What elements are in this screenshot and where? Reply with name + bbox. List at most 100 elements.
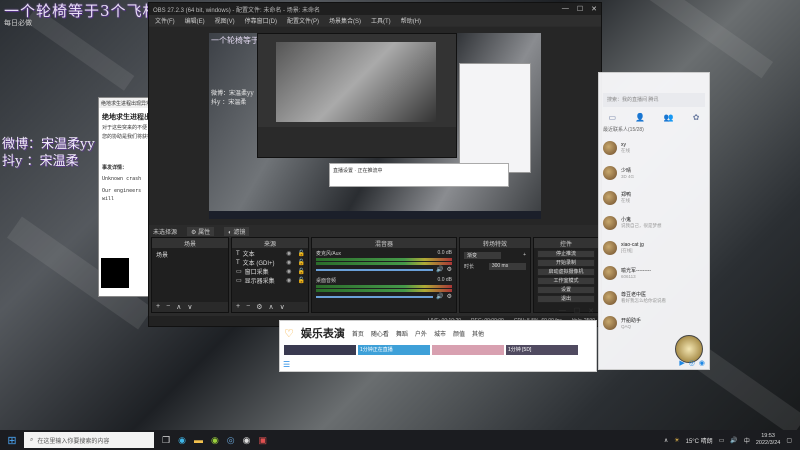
exit-button[interactable]: 退出 xyxy=(537,295,595,303)
taskbar-search[interactable]: ⌕ 在这里输入你要搜索的内容 xyxy=(24,432,154,448)
settings-button[interactable]: 设置 xyxy=(537,286,595,294)
duration-input[interactable]: 300 ms xyxy=(488,263,526,270)
add-icon[interactable]: + xyxy=(523,252,526,259)
menu-icon[interactable]: ☰ xyxy=(283,360,290,369)
game-icon[interactable]: ◉ xyxy=(211,435,219,446)
close-icon[interactable]: ✕ xyxy=(588,307,594,315)
contact-group-title[interactable]: 最近联系人(15/28) xyxy=(599,124,709,135)
windows-start-icon[interactable]: ⊞ xyxy=(0,434,24,447)
chat-icon[interactable]: ▭ xyxy=(608,113,616,122)
clock[interactable]: 19:53 2022/3/24 xyxy=(756,433,780,447)
obs-window[interactable]: OBS 27.2.3 (64 bit, windows) - 配置文件: 未命名… xyxy=(148,2,602,327)
app-icon[interactable]: ▣ xyxy=(259,435,268,446)
stream-thumbnail[interactable]: 1分钟 [5D] xyxy=(506,345,578,355)
stream-preview[interactable]: 一个轮椅等于3个飞机 微博：宋温柔yy 抖y ：宋温柔 直播设置 · 正在推流中 xyxy=(209,33,541,219)
space-icon[interactable]: ✿ xyxy=(693,113,700,122)
network-icon[interactable]: ▭ xyxy=(719,437,725,444)
nav-city[interactable]: 城市 xyxy=(434,329,446,338)
volume-slider[interactable] xyxy=(316,268,434,271)
remove-icon[interactable]: − xyxy=(166,303,170,311)
stop-streaming-button[interactable]: 停止推流 xyxy=(537,250,595,258)
maximize-icon[interactable]: ☐ xyxy=(577,5,583,13)
contact-item[interactable]: 开船助手 QAQ xyxy=(599,310,709,335)
contacts-icon[interactable]: 👤 xyxy=(635,113,645,122)
nav-outdoor[interactable]: 户外 xyxy=(415,329,427,338)
start-recording-button[interactable]: 开始录制 xyxy=(537,259,595,267)
settings-icon[interactable]: ◎ xyxy=(689,359,695,367)
add-icon[interactable]: + xyxy=(236,303,240,311)
minimize-icon[interactable]: — xyxy=(562,5,569,13)
contact-item[interactable]: 少晴 3D 4G xyxy=(599,160,709,185)
obs-icon[interactable]: ◉ xyxy=(243,435,251,446)
nav-other[interactable]: 其他 xyxy=(472,329,484,338)
properties-button[interactable]: ⚙ 属性 xyxy=(187,226,215,236)
speaker-icon[interactable]: 🔊 xyxy=(436,293,443,300)
source-item[interactable]: T 文本 (GDI+) ◉ 🔓 xyxy=(232,258,308,268)
nav-looks[interactable]: 颜值 xyxy=(453,329,465,338)
nav-home[interactable]: 首页 xyxy=(352,329,364,338)
steam-icon[interactable]: ◎ xyxy=(227,435,235,446)
qq-search-input[interactable]: 搜索：我的直播间 腾讯 xyxy=(603,93,705,107)
minimize-icon[interactable]: — xyxy=(559,307,566,315)
lock-icon[interactable]: 🔓 xyxy=(298,277,305,284)
group-icon[interactable]: 👥 xyxy=(664,113,674,122)
obs-titlebar[interactable]: OBS 27.2.3 (64 bit, windows) - 配置文件: 未命名… xyxy=(149,3,601,15)
contact-item[interactable]: xiao-cat jg [在线] xyxy=(599,235,709,260)
gear-icon[interactable]: ⚙ xyxy=(447,266,452,273)
eye-icon[interactable]: ◉ xyxy=(286,277,291,284)
menu-docks[interactable]: 停靠窗口(D) xyxy=(245,16,277,25)
notification-icon[interactable]: ▢ xyxy=(786,437,792,444)
virtual-camera-button[interactable]: 启动虚拟摄像机 xyxy=(537,268,595,276)
lock-icon[interactable]: 🔓 xyxy=(298,268,305,275)
speaker-icon[interactable]: 🔊 xyxy=(436,266,443,273)
video-icon[interactable]: ▶ xyxy=(679,359,684,367)
contact-item[interactable]: 喻光军--------- 606113 xyxy=(599,260,709,285)
menu-scene-collection[interactable]: 场景集合(S) xyxy=(329,16,361,25)
edge-icon[interactable]: ◉ xyxy=(178,435,186,446)
volume-slider[interactable] xyxy=(316,295,434,298)
contact-item[interactable]: 尊豆老中医 看好我怎么给你说说看 xyxy=(599,285,709,310)
eye-icon[interactable]: ◉ xyxy=(286,268,291,275)
lock-icon[interactable]: 🔓 xyxy=(298,259,305,266)
eye-icon[interactable]: ◉ xyxy=(286,250,291,257)
move-up-icon[interactable]: ∧ xyxy=(268,303,273,311)
add-icon[interactable]: + xyxy=(156,303,160,311)
maximize-icon[interactable]: ☐ xyxy=(574,307,580,315)
menu-view[interactable]: 视图(V) xyxy=(215,16,235,25)
volume-icon[interactable]: 🔊 xyxy=(730,437,737,444)
transition-select[interactable]: 渐变 xyxy=(464,252,502,259)
weather-icon[interactable]: ☀ xyxy=(674,437,679,444)
lock-icon[interactable]: 🔓 xyxy=(298,250,305,257)
file-explorer-icon[interactable]: ▬ xyxy=(194,435,203,446)
gear-icon[interactable]: ⚙ xyxy=(447,293,452,300)
menu-profile[interactable]: 配置文件(P) xyxy=(287,16,319,25)
move-down-icon[interactable]: ∨ xyxy=(187,303,192,311)
qq-window[interactable]: 搜索：我的直播间 腾讯 ▭ 👤 👥 ✿ 最近联系人(15/28) xy 在线 少晴… xyxy=(598,72,710,370)
stream-thumbnail[interactable] xyxy=(284,345,356,355)
gear-icon[interactable]: ⚙ xyxy=(256,303,262,311)
source-item[interactable]: ▭ 窗口采集 ◉ 🔓 xyxy=(232,267,308,276)
menu-help[interactable]: 帮助(H) xyxy=(401,16,421,25)
source-item[interactable]: T 文本 ◉ 🔓 xyxy=(232,249,308,259)
tray-chevron-icon[interactable]: ∧ xyxy=(664,437,668,444)
remove-icon[interactable]: − xyxy=(246,303,250,311)
app-icon[interactable]: ◉ xyxy=(699,359,705,367)
task-view-icon[interactable]: ❐ xyxy=(162,435,170,446)
scene-item[interactable]: 场景 xyxy=(152,250,228,259)
move-down-icon[interactable]: ∨ xyxy=(280,303,285,311)
stream-thumbnail[interactable] xyxy=(432,345,504,355)
stream-thumbnail[interactable]: 1分钟正在直播 xyxy=(358,345,430,355)
entertainment-window[interactable]: — ☐ ✕ ♡ 娱乐表演 首页 随心看 舞蹈 户外 城市 颜值 其他 1分钟正在… xyxy=(279,307,597,372)
studio-mode-button[interactable]: 工作室模式 xyxy=(537,277,595,285)
menu-tools[interactable]: 工具(T) xyxy=(371,16,391,25)
menu-file[interactable]: 文件(F) xyxy=(155,16,175,25)
weather-text[interactable]: 15°C 晴朗 xyxy=(686,436,713,445)
contact-item[interactable]: 小鬼 说我自己，很是梦想 xyxy=(599,210,709,235)
eye-icon[interactable]: ◉ xyxy=(286,259,291,266)
menu-edit[interactable]: 编辑(E) xyxy=(185,16,205,25)
ime-indicator[interactable]: 中 xyxy=(744,436,750,445)
contact-item[interactable]: xy 在线 xyxy=(599,135,709,160)
close-icon[interactable]: ✕ xyxy=(591,5,597,13)
contact-item[interactable]: 郑鸭 在线 xyxy=(599,185,709,210)
nav-random[interactable]: 随心看 xyxy=(371,329,389,338)
